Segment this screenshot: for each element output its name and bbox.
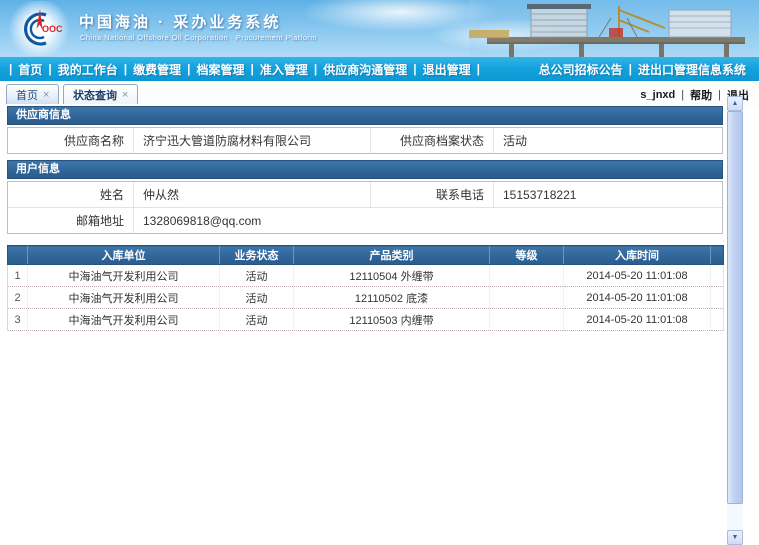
close-icon[interactable]: × (122, 89, 128, 101)
menu-separator: | (123, 62, 128, 76)
row-number: 3 (8, 309, 28, 331)
menu-item-access-management[interactable]: 准入管理 (255, 61, 313, 78)
cell-status: 活动 (220, 309, 294, 331)
menu-item-home[interactable]: 首页 (13, 61, 47, 78)
scroll-up-icon[interactable]: ▲ (727, 96, 743, 111)
col-header-rownum (8, 246, 28, 265)
svg-text:OOC: OOC (42, 24, 63, 34)
cell-time: 2014-05-20 11:01:08 (564, 309, 711, 331)
scroll-down-icon[interactable]: ▼ (727, 530, 743, 545)
tab-status-query-label: 状态查询 (73, 87, 117, 103)
tab-home-label: 首页 (16, 87, 38, 103)
row-number: 2 (8, 287, 28, 309)
table-row[interactable]: 2 中海油气开发利用公司 活动 12110502 底漆 2014-05-20 1… (8, 287, 724, 309)
user-email-label: 邮箱地址 (8, 208, 134, 233)
user-name-label: 姓名 (8, 182, 134, 207)
menu-separator: | (250, 62, 255, 76)
cell-level (490, 265, 564, 287)
cell-level (490, 287, 564, 309)
tab-status-query[interactable]: 状态查询 × (63, 84, 138, 104)
table-row[interactable]: 1 中海油气开发利用公司 活动 12110504 外缠带 2014-05-20 … (8, 265, 724, 287)
scrollbar-thumb[interactable] (727, 111, 743, 504)
offshore-platform-image (469, 0, 759, 57)
menu-item-import-export-system[interactable]: 进出口管理信息系统 (633, 61, 751, 78)
menu-separator: | (8, 62, 13, 76)
col-header-unit: 入库单位 (28, 246, 220, 265)
menu-item-exit-management[interactable]: 退出管理 (418, 61, 476, 78)
col-header-category: 产品类别 (294, 246, 490, 265)
table-row[interactable]: 3 中海油气开发利用公司 活动 12110503 内缠带 2014-05-20 … (8, 309, 724, 331)
row-number: 1 (8, 265, 28, 287)
supplier-info-row: 供应商名称 济宁迅大管道防腐材料有限公司 供应商档案状态 活动 (8, 128, 722, 153)
app-title: 中国海油 · 采办业务系统 (79, 11, 281, 32)
username-text: s_jnxd (640, 89, 675, 101)
cell-unit: 中海油气开发利用公司 (28, 265, 220, 287)
cell-level (490, 309, 564, 331)
tab-home[interactable]: 首页 × (6, 84, 59, 104)
supplier-info-form: 供应商名称 济宁迅大管道防腐材料有限公司 供应商档案状态 活动 (7, 127, 723, 154)
help-link[interactable]: 帮助 (690, 87, 712, 103)
main-menu-left: | 首页 | 我的工作台 | 缴费管理 | 档案管理 | 准入管理 | 供应商沟… (8, 61, 534, 78)
user-links-separator: | (681, 89, 684, 101)
supplier-name-value: 济宁迅大管道防腐材料有限公司 (134, 128, 371, 153)
main-menu-bar: | 首页 | 我的工作台 | 缴费管理 | 档案管理 | 准入管理 | 供应商沟… (0, 57, 759, 81)
cell-unit: 中海油气开发利用公司 (28, 287, 220, 309)
tab-bar: 首页 × 状态查询 × s_jnxd | 帮助 | 退出 (0, 81, 759, 106)
cell-spacer (711, 309, 724, 331)
menu-separator: | (412, 62, 417, 76)
col-header-time: 入库时间 (564, 246, 711, 265)
menu-separator: | (476, 62, 481, 76)
cell-unit: 中海油气开发利用公司 (28, 309, 220, 331)
user-links-separator: | (718, 89, 721, 101)
header-banner: OOC 中国海油 · 采办业务系统 China National Offshor… (0, 0, 759, 57)
cell-status: 活动 (220, 287, 294, 309)
main-content: 供应商信息 供应商名称 济宁迅大管道防腐材料有限公司 供应商档案状态 活动 用户… (7, 106, 723, 331)
inbound-table: 入库单位 业务状态 产品类别 等级 入库时间 1 中海油气开发利用公司 活动 1… (7, 245, 724, 331)
user-info-row: 邮箱地址 1328069818@qq.com (8, 207, 722, 233)
cell-time: 2014-05-20 11:01:08 (564, 287, 711, 309)
cell-status: 活动 (220, 265, 294, 287)
user-section-title: 用户信息 (7, 160, 723, 179)
col-header-level: 等级 (490, 246, 564, 265)
cell-category: 12110502 底漆 (294, 287, 490, 309)
main-menu-right: 总公司招标公告 | 进出口管理信息系统 (534, 61, 751, 78)
cell-spacer (711, 265, 724, 287)
user-info-form: 姓名 仲从然 联系电话 15153718221 邮箱地址 1328069818@… (7, 181, 723, 234)
menu-separator: | (313, 62, 318, 76)
col-header-spacer (711, 246, 724, 265)
menu-separator: | (47, 62, 52, 76)
supplier-name-label: 供应商名称 (8, 128, 134, 153)
supplier-section-title: 供应商信息 (7, 106, 723, 125)
supplier-status-label: 供应商档案状态 (371, 128, 494, 153)
cnooc-logo-icon: OOC (8, 1, 70, 56)
user-phone-value: 15153718221 (494, 182, 722, 207)
cell-time: 2014-05-20 11:01:08 (564, 265, 711, 287)
supplier-status-value: 活动 (494, 128, 722, 153)
menu-separator: | (186, 62, 191, 76)
user-phone-label: 联系电话 (371, 182, 494, 207)
cell-category: 12110504 外缠带 (294, 265, 490, 287)
menu-item-bid-announcement[interactable]: 总公司招标公告 (534, 61, 628, 78)
menu-item-supplier-communication[interactable]: 供应商沟通管理 (318, 61, 412, 78)
vertical-scrollbar[interactable]: ▲ ▼ (727, 96, 743, 545)
cell-spacer (711, 287, 724, 309)
app-subtitle: China National Offshore Oil Corporation … (80, 33, 317, 42)
user-info-row: 姓名 仲从然 联系电话 15153718221 (8, 182, 722, 207)
col-header-status: 业务状态 (220, 246, 294, 265)
menu-item-archive-management[interactable]: 档案管理 (191, 61, 249, 78)
cell-category: 12110503 内缠带 (294, 309, 490, 331)
user-email-value: 1328069818@qq.com (134, 208, 722, 233)
inbound-table-header-row: 入库单位 业务状态 产品类别 等级 入库时间 (8, 246, 724, 265)
menu-item-my-workbench[interactable]: 我的工作台 (53, 61, 123, 78)
menu-item-payment-management[interactable]: 缴费管理 (128, 61, 186, 78)
user-name-value: 仲从然 (134, 182, 371, 207)
close-icon[interactable]: × (43, 89, 49, 101)
menu-separator: | (628, 62, 633, 76)
